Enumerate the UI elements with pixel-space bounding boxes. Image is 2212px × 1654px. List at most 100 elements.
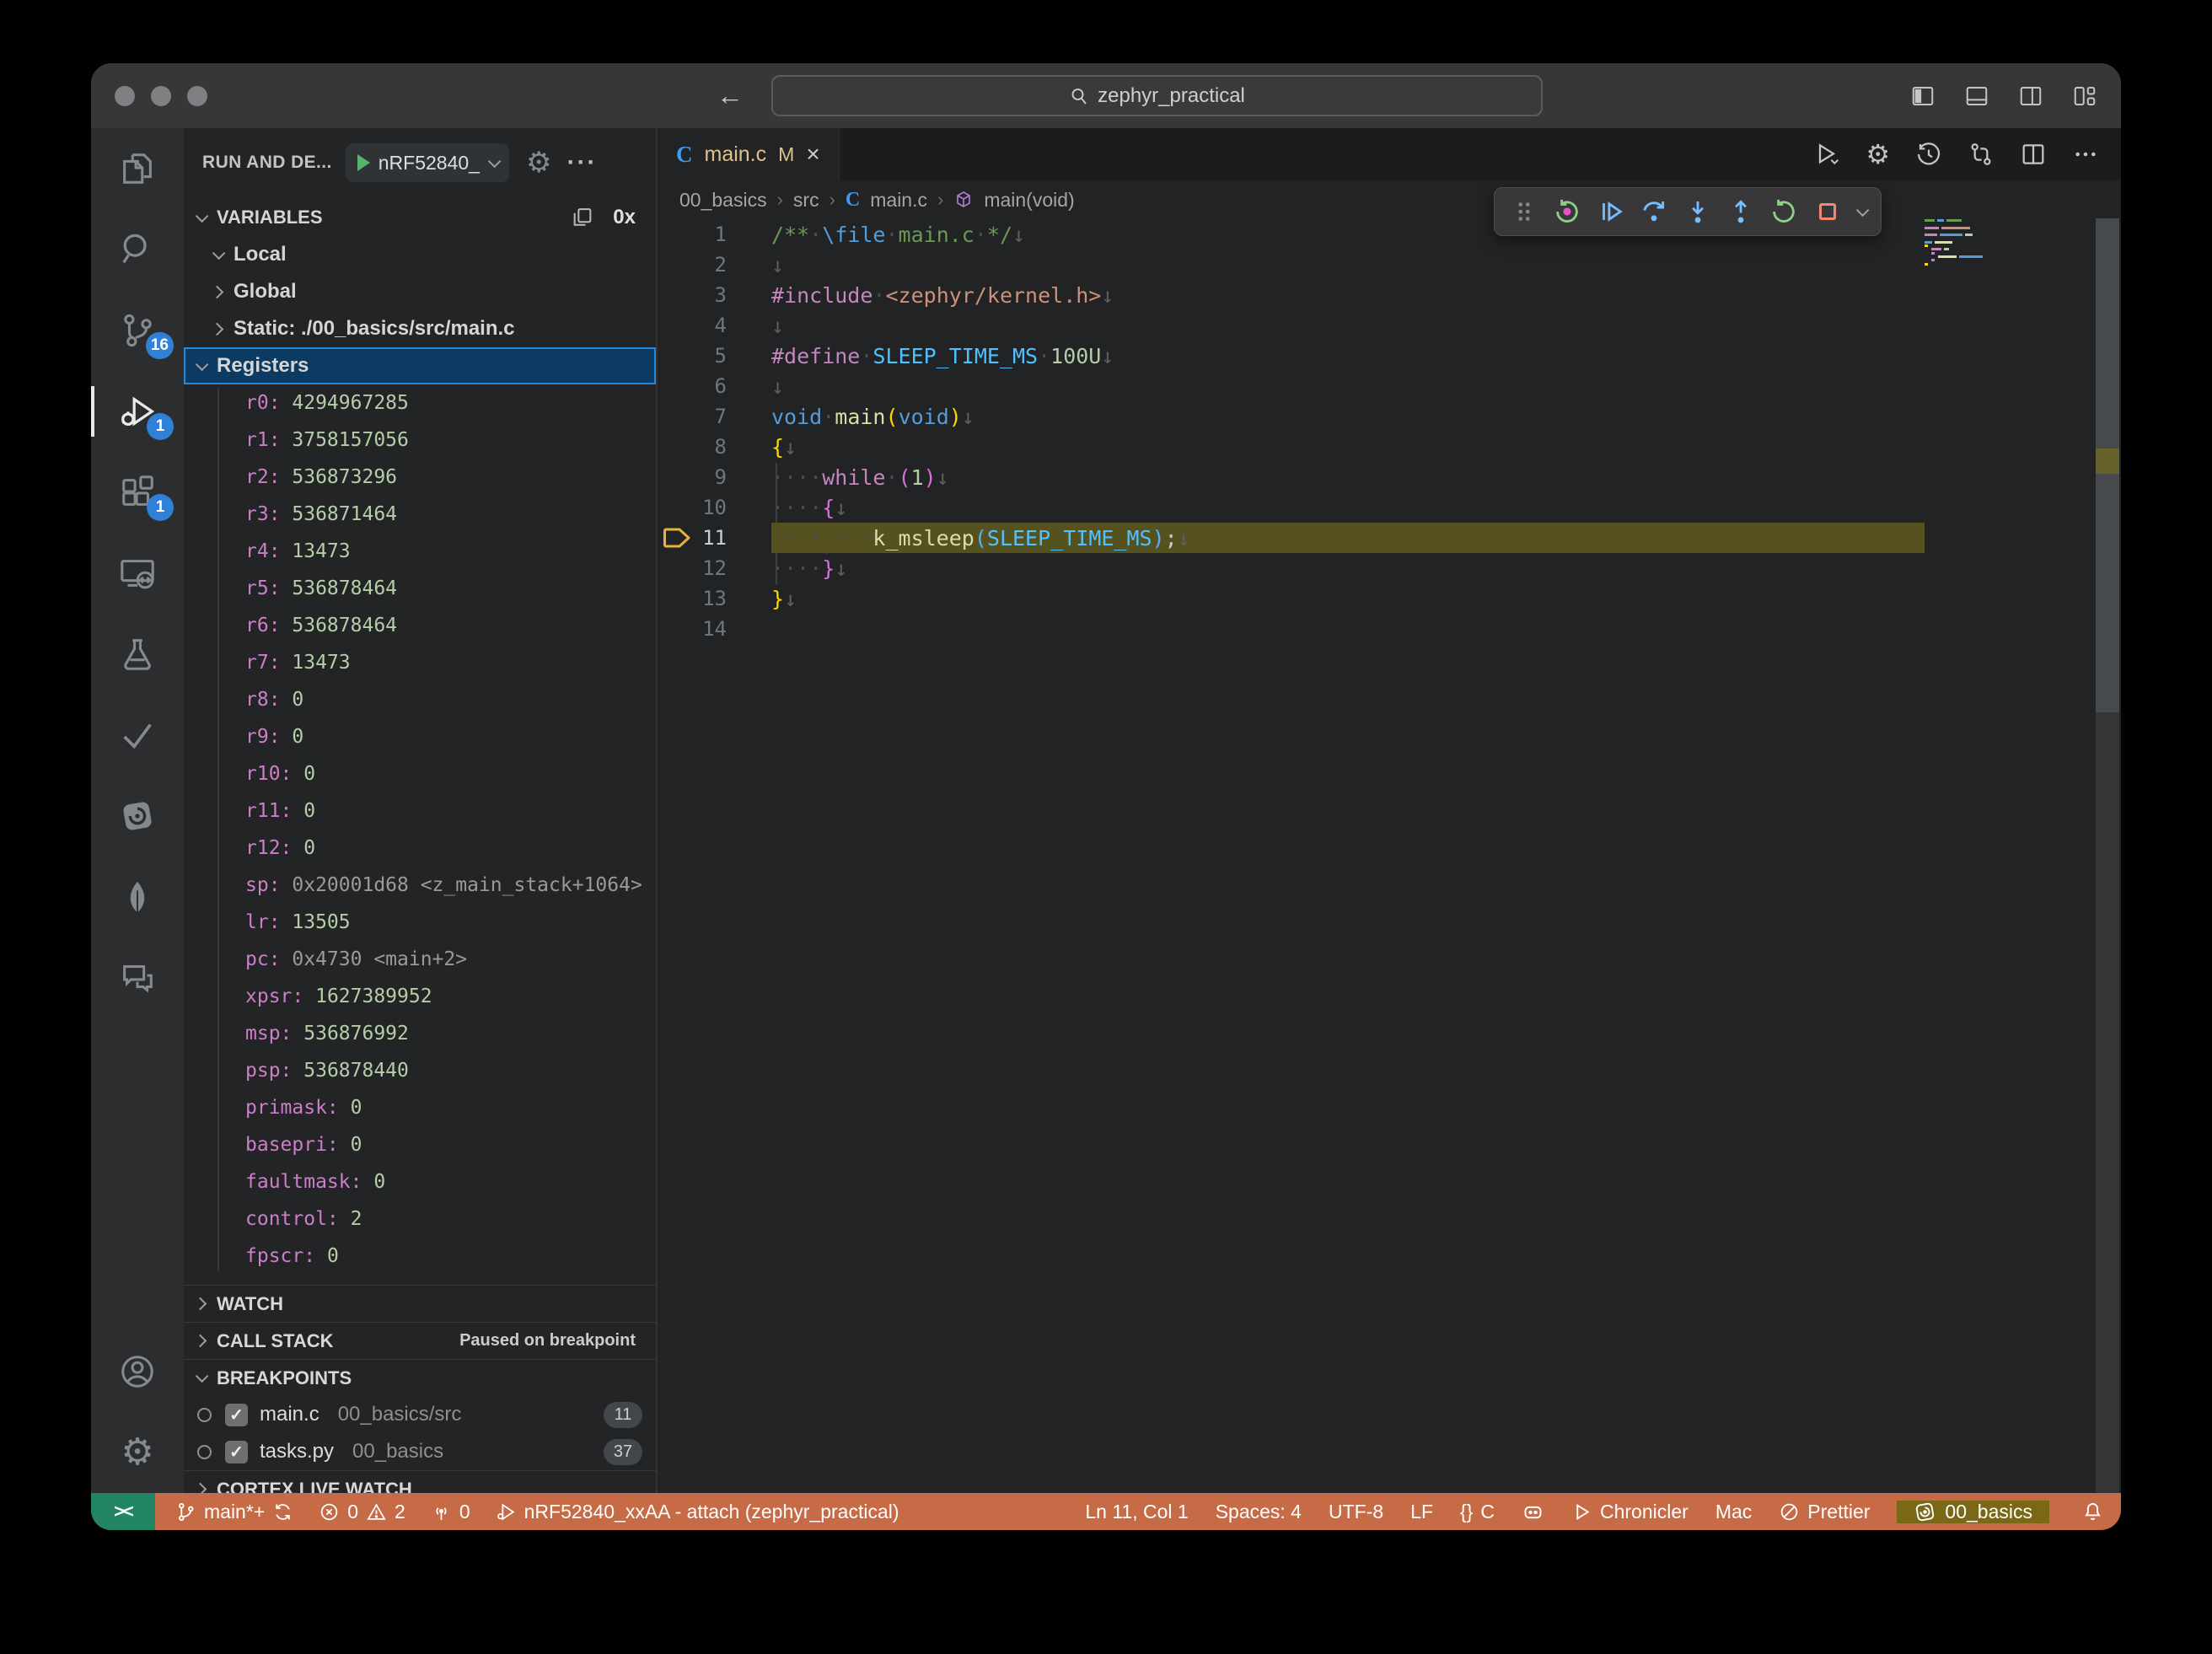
breakpoint-row[interactable]: ✓tasks.py00_basics37 [184, 1433, 656, 1470]
overview-ruler-scrollbar[interactable] [2096, 218, 2119, 1493]
toggle-panel-icon[interactable] [1964, 83, 1989, 109]
eol-status[interactable]: LF [1410, 1501, 1433, 1523]
register-row[interactable]: r8: 0 [245, 681, 656, 718]
line-number[interactable]: 14 [658, 617, 727, 641]
code-line[interactable]: 13}↓ [658, 583, 2121, 614]
breakpoint-checkbox[interactable]: ✓ [225, 1441, 248, 1463]
debug-session-status[interactable]: nRF52840_xxAA - attach (zephyr_practical… [496, 1501, 899, 1523]
sidebar-item-task-check[interactable] [91, 695, 184, 776]
register-row[interactable]: r10: 0 [245, 755, 656, 792]
chronicler-status[interactable]: Chronicler [1571, 1501, 1689, 1523]
breadcrumb-symbol[interactable]: main(void) [984, 189, 1074, 212]
notifications-button[interactable] [2076, 1501, 2121, 1523]
variables-section-header[interactable]: VARIABLES 0x [184, 199, 656, 236]
breakpoint-row[interactable]: ✓main.c00_basics/src11 [184, 1396, 656, 1433]
code-line[interactable]: 9····while·(1)↓ [658, 462, 2121, 492]
indentation-status[interactable]: Spaces: 4 [1216, 1501, 1302, 1523]
variables-scope-static[interactable]: Static: ./00_basics/src/main.c [184, 310, 656, 347]
line-number[interactable]: 13 [658, 587, 727, 610]
register-row[interactable]: r9: 0 [245, 718, 656, 755]
breakpoints-section-header[interactable]: BREAKPOINTS [184, 1359, 656, 1396]
minimize-window-button[interactable] [151, 86, 171, 106]
code-line[interactable]: 6↓ [658, 371, 2121, 401]
sidebar-item-explorer[interactable] [91, 128, 184, 209]
language-status[interactable]: {}C [1460, 1501, 1495, 1523]
close-tab-icon[interactable]: × [806, 141, 819, 168]
watch-section-header[interactable]: WATCH [184, 1285, 656, 1322]
line-number[interactable]: 7 [658, 405, 727, 428]
register-row[interactable]: r3: 536871464 [245, 496, 656, 533]
run-or-debug-icon[interactable] [1813, 141, 1840, 168]
sidebar-item-remote-explorer[interactable] [91, 533, 184, 614]
register-row[interactable]: lr: 13505 [245, 904, 656, 941]
cursor-position-status[interactable]: Ln 11, Col 1 [1085, 1501, 1188, 1523]
register-row[interactable]: psp: 536878440 [245, 1052, 656, 1089]
code-area[interactable]: 1/**·\file·main.c·*/↓2↓3#include·<zephyr… [658, 219, 2121, 1493]
register-row[interactable]: r4: 13473 [245, 533, 656, 570]
register-row[interactable]: sp: 0x20001d68 <z_main_stack+1064> [245, 867, 656, 904]
nav-back-icon[interactable]: ← [717, 80, 744, 111]
code-line[interactable]: 2↓ [658, 250, 2121, 280]
register-row[interactable]: r0: 4294967285 [245, 384, 656, 422]
register-row[interactable]: control: 2 [245, 1200, 656, 1238]
line-number[interactable]: 4 [658, 314, 727, 337]
copy-icon[interactable] [571, 206, 594, 229]
code-line[interactable]: 11········k_msleep(SLEEP_TIME_MS);↓ [658, 523, 2121, 553]
continue-button[interactable] [1597, 197, 1625, 226]
line-number[interactable]: 8 [658, 435, 727, 459]
register-row[interactable]: faultmask: 0 [245, 1163, 656, 1200]
debug-settings-gear-icon[interactable]: ⚙ [526, 148, 551, 177]
code-line[interactable]: 10····{↓ [658, 492, 2121, 523]
account-button[interactable] [91, 1331, 184, 1412]
breakpoint-checkbox[interactable]: ✓ [225, 1404, 248, 1426]
register-row[interactable]: pc: 0x4730 <main+2> [245, 941, 656, 978]
tab-main-c[interactable]: C main.c M × [658, 128, 840, 180]
line-number[interactable]: 5 [658, 344, 727, 368]
sidebar-item-search[interactable] [91, 209, 184, 290]
variables-scope-global[interactable]: Global [184, 273, 656, 310]
git-compare-icon[interactable] [1968, 141, 1995, 168]
step-over-button[interactable] [1640, 197, 1668, 226]
reset-device-button[interactable] [1553, 197, 1581, 226]
variables-scope-registers[interactable]: Registers [184, 347, 656, 384]
toggle-secondary-sidebar-icon[interactable] [2018, 83, 2043, 109]
breadcrumb-folder[interactable]: src [793, 189, 819, 212]
ports-status[interactable]: 0 [431, 1501, 470, 1523]
debug-configuration-dropdown[interactable]: nRF52840_ [346, 143, 509, 182]
workspace-status[interactable]: 00_basics [1897, 1501, 2049, 1523]
step-into-button[interactable] [1683, 197, 1712, 226]
prettier-status[interactable]: Prettier [1779, 1501, 1870, 1523]
zoom-window-button[interactable] [187, 86, 207, 106]
line-number[interactable]: 9 [658, 465, 727, 489]
code-line[interactable]: 5#define·SLEEP_TIME_MS·100U↓ [658, 341, 2121, 371]
code-line[interactable]: 7void·main(void)↓ [658, 401, 2121, 432]
gear-icon[interactable]: ⚙ [1866, 141, 1890, 168]
code-line[interactable]: 14 [658, 614, 2121, 644]
problems-status[interactable]: 0 2 [319, 1501, 405, 1523]
breadcrumb-file[interactable]: main.c [870, 189, 927, 212]
line-number[interactable]: 10 [658, 496, 727, 519]
breadcrumb-folder[interactable]: 00_basics [679, 189, 767, 212]
code-line[interactable]: 1/**·\file·main.c·*/↓ [658, 219, 2121, 250]
register-row[interactable]: r2: 536873296 [245, 459, 656, 496]
sidebar-item-testing[interactable] [91, 614, 184, 695]
drag-grip-icon[interactable] [1510, 197, 1538, 226]
remote-indicator[interactable]: >< [91, 1493, 155, 1530]
sidebar-item-extensions[interactable]: 1 [91, 452, 184, 533]
customize-layout-icon[interactable] [2072, 83, 2097, 109]
register-row[interactable]: r5: 536878464 [245, 570, 656, 607]
line-number[interactable]: 1 [658, 223, 727, 246]
code-line[interactable]: 12····}↓ [658, 553, 2121, 583]
register-row[interactable]: r12: 0 [245, 830, 656, 867]
sidebar-item-platformio[interactable] [91, 776, 184, 857]
minimap[interactable] [1925, 219, 2089, 287]
line-number[interactable]: 2 [658, 253, 727, 277]
line-number[interactable]: 6 [658, 374, 727, 398]
sidebar-item-mongodb[interactable] [91, 857, 184, 937]
branch-status[interactable]: main*+ [175, 1501, 293, 1523]
call-stack-section-header[interactable]: CALL STACK Paused on breakpoint [184, 1322, 656, 1359]
line-number[interactable]: 12 [658, 556, 727, 580]
close-window-button[interactable] [115, 86, 135, 106]
register-row[interactable]: r1: 3758157056 [245, 422, 656, 459]
code-line[interactable]: 3#include·<zephyr/kernel.h>↓ [658, 280, 2121, 310]
